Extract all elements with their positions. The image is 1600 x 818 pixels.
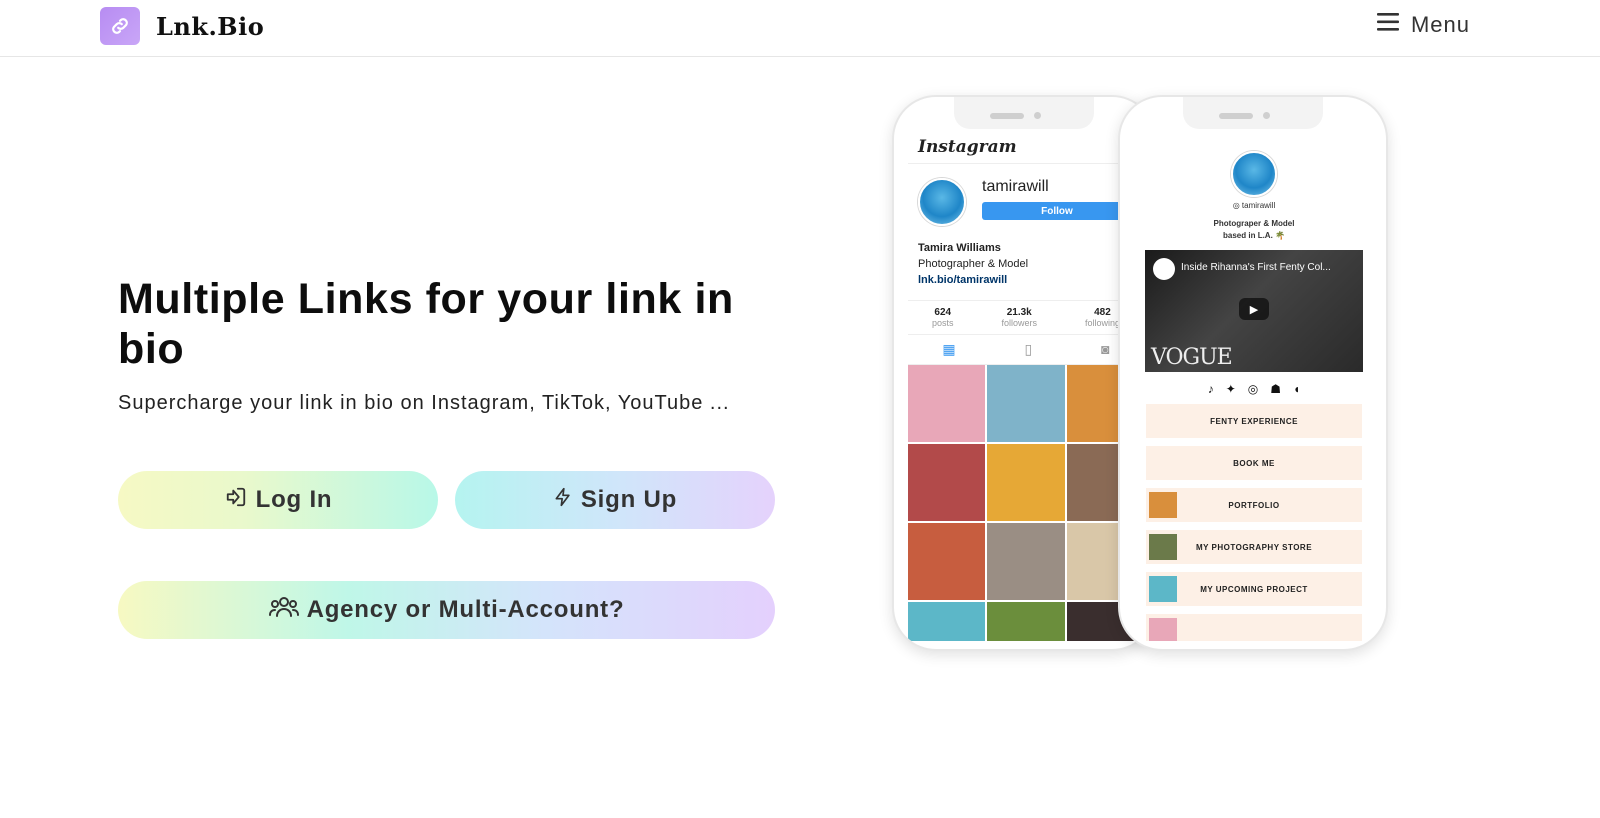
instagram-icon: ◎ <box>1247 382 1259 396</box>
video-brand: VOGUE <box>1151 345 1233 370</box>
hero-title: Multiple Links for your link in bio <box>118 275 734 373</box>
photo-thumb <box>908 602 986 641</box>
tagged-icon: ◙ <box>1101 341 1110 357</box>
patreon-icon: ◖ <box>1293 382 1301 396</box>
phone-notch <box>1183 97 1323 129</box>
menu-button[interactable]: Menu <box>1376 12 1470 38</box>
ig-tabs: ▦ ▯ ◙ <box>908 335 1144 365</box>
follow-button: Follow <box>982 202 1132 220</box>
avatar <box>1231 151 1277 197</box>
avatar <box>918 178 966 226</box>
video-embed: Inside Rihanna's First Fenty Col... ▶ VO… <box>1145 250 1363 372</box>
photo-grid <box>908 365 1144 641</box>
link-button: PORTFOLIO <box>1146 488 1362 522</box>
ig-bio: Tamira Williams Photographer & Model lnk… <box>908 236 1144 292</box>
lnkbio-phone-mockup: ◎ tamirawill Photograper & Model based i… <box>1118 95 1388 651</box>
photo-thumb <box>908 444 986 521</box>
stat-followers: 21.3k followers <box>1001 307 1037 328</box>
link-thumb <box>1149 618 1177 641</box>
link-thumb <box>1149 492 1177 518</box>
login-button[interactable]: Log In <box>118 471 438 529</box>
login-icon <box>224 486 248 515</box>
photo-thumb <box>987 602 1065 641</box>
grid-icon: ▦ <box>942 341 956 357</box>
social-icons: ♪ ✦ ◎ ☗ ◖ <box>1132 382 1376 396</box>
phone-notch <box>954 97 1094 129</box>
link-icon <box>100 7 140 45</box>
top-navbar: Lnk.Bio Menu <box>0 0 1600 57</box>
snapchat-icon: ☗ <box>1270 382 1282 396</box>
photo-thumb <box>908 523 986 600</box>
instagram-logo: Instagram <box>908 129 1144 164</box>
ig-name: Tamira Williams <box>918 242 1001 254</box>
ig-bio-link: lnk.bio/tamirawill <box>918 274 1008 286</box>
agency-label: Agency or Multi-Account? <box>306 596 625 623</box>
photo-thumb <box>987 523 1065 600</box>
lnk-bio: Photograper & Model based in L.A. 🌴 <box>1213 219 1295 240</box>
lnk-handle: ◎ tamirawill <box>1232 201 1276 210</box>
stat-posts: 624 posts <box>931 307 954 328</box>
link-button <box>1146 614 1362 641</box>
hero-section: Multiple Links for your link in bio Supe… <box>118 274 798 415</box>
link-button: MY PHOTOGRAPHY STORE <box>1146 530 1362 564</box>
link-thumb <box>1149 534 1177 560</box>
photo-thumb <box>987 444 1065 521</box>
bolt-icon <box>553 485 573 516</box>
link-button: MY UPCOMING PROJECT <box>1146 572 1362 606</box>
signup-button[interactable]: Sign Up <box>455 471 775 529</box>
video-title: Inside Rihanna's First Fenty Col... <box>1181 262 1331 273</box>
play-icon: ▶ <box>1239 298 1269 320</box>
brand-name: Lnk.Bio <box>156 11 265 41</box>
photo-thumb <box>987 365 1065 442</box>
link-button: FENTY EXPERIENCE <box>1146 404 1362 438</box>
tiktok-icon: ♪ <box>1207 382 1214 396</box>
stat-following: 482 following <box>1084 307 1120 328</box>
lnkbio-screen: ◎ tamirawill Photograper & Model based i… <box>1132 129 1376 641</box>
ig-bio-text: Photographer & Model <box>918 258 1029 270</box>
users-icon <box>268 595 299 626</box>
ig-stats: 624 posts 21.3k followers 482 following <box>908 300 1144 335</box>
agency-button[interactable]: Agency or Multi-Account? <box>118 581 775 639</box>
ig-username: tamirawill <box>982 178 1049 195</box>
menu-label: Menu <box>1410 12 1470 37</box>
signup-label: Sign Up <box>580 486 678 513</box>
instagram-screen: Instagram tamirawill Follow Tamira Willi… <box>908 129 1144 641</box>
photo-thumb <box>908 365 986 442</box>
tablet-icon: ▯ <box>1024 341 1033 357</box>
link-button: BOOK ME <box>1146 446 1362 480</box>
hero-subtitle: Supercharge your link in bio on Instagra… <box>118 392 730 414</box>
instagram-phone-mockup: Instagram tamirawill Follow Tamira Willi… <box>892 95 1156 651</box>
vogue-logo-icon <box>1153 258 1175 280</box>
hamburger-icon <box>1376 12 1401 38</box>
instagram-icon: ◎ <box>1232 201 1242 210</box>
link-thumb <box>1149 576 1177 602</box>
twitter-icon: ✦ <box>1225 382 1236 396</box>
brand[interactable]: Lnk.Bio <box>100 7 264 45</box>
login-label: Log In <box>255 486 333 513</box>
